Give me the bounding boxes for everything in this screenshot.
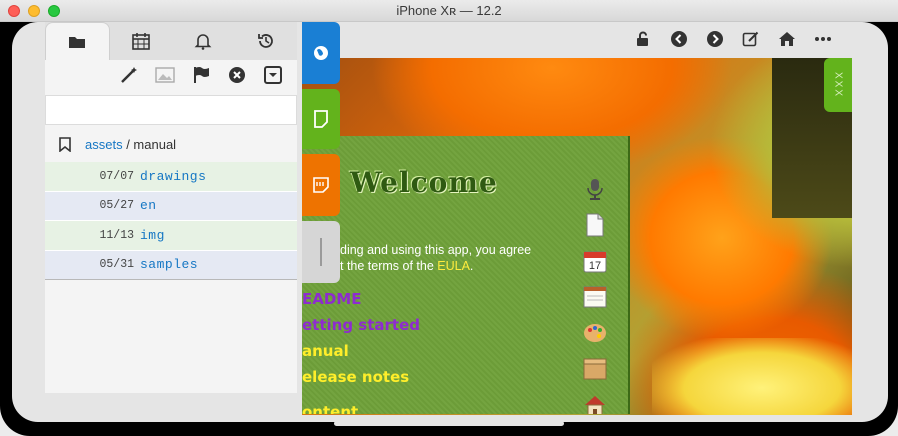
drag-handle-icon xyxy=(320,238,322,266)
close-circle-icon[interactable] xyxy=(227,65,247,85)
menu-release-notes[interactable]: elease notes xyxy=(302,368,409,386)
item-name: samples xyxy=(140,257,199,273)
list-item[interactable]: 05/27 en xyxy=(45,191,297,221)
history-icon xyxy=(257,34,273,48)
eula-link[interactable]: EULA xyxy=(437,259,470,273)
dropdown-box-icon[interactable] xyxy=(263,65,283,85)
document-icon[interactable] xyxy=(582,212,608,238)
more-icon[interactable] xyxy=(812,28,834,50)
item-name: en xyxy=(140,198,157,214)
list-item[interactable]: 05/31 samples xyxy=(45,250,297,280)
globe-icon xyxy=(314,46,328,60)
calendar-icon xyxy=(131,33,150,50)
window-title: iPhone Xʀ — 12.2 xyxy=(396,3,502,18)
house-icon[interactable] xyxy=(582,392,608,414)
tab-notifications[interactable] xyxy=(172,22,235,60)
list-item[interactable]: 11/13 img xyxy=(45,221,297,251)
folder-icon xyxy=(69,36,86,48)
forward-icon[interactable] xyxy=(704,28,726,50)
tab-files[interactable] xyxy=(45,22,110,60)
tab-history[interactable] xyxy=(235,22,298,60)
item-name: drawings xyxy=(140,168,207,184)
item-date: 07/07 xyxy=(99,169,134,183)
menu-readme[interactable]: EADME xyxy=(302,290,361,308)
right-side-tab[interactable]: XXX xyxy=(824,58,852,112)
bookmark-icon[interactable] xyxy=(45,136,85,152)
breadcrumb: assets / manual xyxy=(45,130,297,158)
photo-yellow-flower xyxy=(652,338,852,415)
unlock-icon[interactable] xyxy=(632,28,654,50)
microphone-icon[interactable] xyxy=(582,176,608,202)
side-tab-note[interactable] xyxy=(302,89,340,149)
top-toolbar xyxy=(632,28,834,50)
side-tab-globe[interactable] xyxy=(302,22,340,84)
item-date: 11/13 xyxy=(99,228,134,242)
welcome-text: ding and using this app, you agree t the… xyxy=(302,242,582,274)
side-tab-sticky[interactable] xyxy=(302,154,340,216)
menu-manual[interactable]: anual xyxy=(302,342,349,360)
home-indicator[interactable] xyxy=(334,421,564,426)
search-input[interactable] xyxy=(45,95,297,125)
welcome-title: Welcome xyxy=(350,166,498,199)
panel-tabs xyxy=(45,22,297,60)
breadcrumb-current: manual xyxy=(133,136,177,152)
file-browser-panel: assets / manual 07/07 drawings 05/27 en … xyxy=(45,22,297,393)
flag-icon[interactable] xyxy=(191,65,211,85)
item-date: 05/27 xyxy=(99,199,134,213)
item-name: img xyxy=(140,227,165,243)
welcome-text-line2: t the terms of the EULA. xyxy=(302,258,582,274)
welcome-panel: Welcome ding and using this app, you agr… xyxy=(302,136,630,414)
notepad-icon[interactable] xyxy=(582,284,608,310)
bell-icon xyxy=(194,34,212,50)
list-item[interactable]: 07/07 drawings xyxy=(45,162,297,192)
welcome-text-prefix: t the terms of the xyxy=(340,259,438,273)
menu-content[interactable]: ontent xyxy=(302,403,358,414)
file-list: 07/07 drawings 05/27 en 11/13 img 05/31 … xyxy=(45,162,297,280)
window-titlebar: iPhone Xʀ — 12.2 xyxy=(0,0,898,22)
welcome-text-line1: ding and using this app, you agree xyxy=(340,243,532,257)
calendar-17-icon[interactable]: 17 xyxy=(582,248,608,274)
image-icon[interactable] xyxy=(155,65,175,85)
svg-text:17: 17 xyxy=(589,260,601,272)
breadcrumb-root[interactable]: assets xyxy=(85,137,123,152)
box-icon[interactable] xyxy=(582,356,608,382)
welcome-text-suffix: . xyxy=(469,259,474,273)
panel-actions xyxy=(119,64,283,86)
menu-getting-started[interactable]: etting started xyxy=(302,316,420,334)
item-date: 05/31 xyxy=(99,258,134,272)
list-divider xyxy=(45,279,297,280)
back-icon[interactable] xyxy=(668,28,690,50)
breadcrumb-separator: / xyxy=(122,136,134,152)
note-icon xyxy=(314,110,328,128)
side-tab-handle[interactable] xyxy=(302,221,340,283)
tab-calendar[interactable] xyxy=(110,22,173,60)
magic-wand-icon[interactable] xyxy=(119,65,139,85)
edit-icon[interactable] xyxy=(740,28,762,50)
palette-icon[interactable] xyxy=(582,320,608,346)
sticky-note-icon xyxy=(313,177,329,193)
home-icon[interactable] xyxy=(776,28,798,50)
